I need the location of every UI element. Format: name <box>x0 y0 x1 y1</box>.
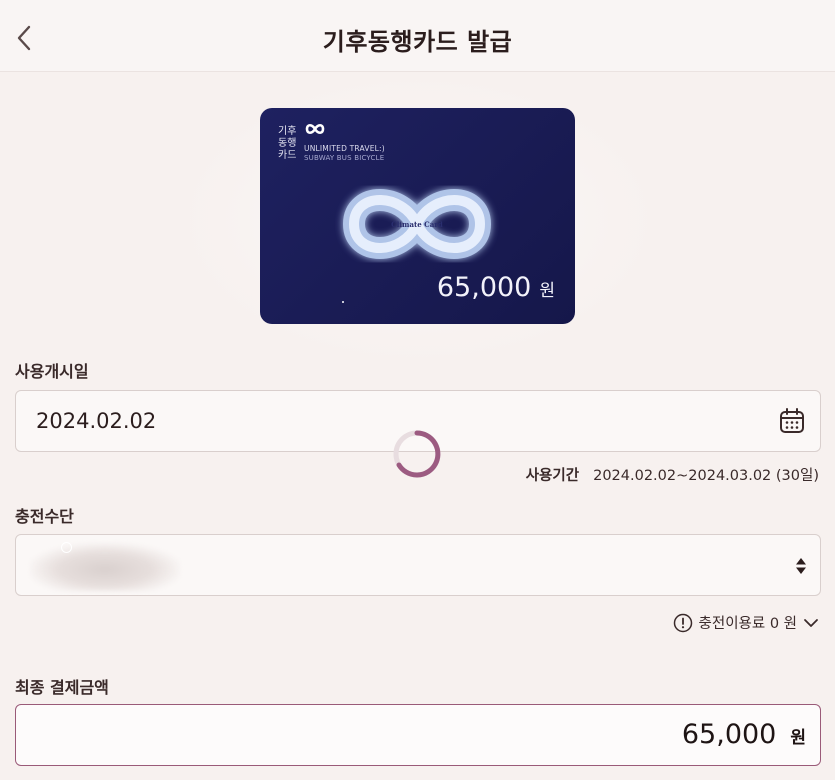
page-title: 기후동행카드 발급 <box>322 28 513 56</box>
app-header: 기후동행카드 발급 <box>0 0 835 72</box>
calendar-icon[interactable] <box>778 407 806 435</box>
card-ko-line: 카드 <box>278 150 297 161</box>
start-date-label: 사용개시일 <box>15 362 89 381</box>
climate-card-image: 기후 동행 카드 UNLIMITED TRAVEL:) SUBWAY BUS B… <box>260 108 575 324</box>
card-amount: 65,000 원 <box>437 272 555 303</box>
infinity-graphic: Climate Card <box>342 189 492 259</box>
card-subtitle: SUBWAY BUS BICYCLE <box>304 154 385 162</box>
fee-toggle[interactable]: 충전이용료 0 원 <box>673 612 819 633</box>
card-ko-line: 동행 <box>278 138 297 149</box>
total-amount: 65,000 원 <box>682 719 806 750</box>
card-korean-title: 기후 동행 카드 <box>278 126 296 162</box>
usage-period: 사용기간 2024.02.02~2024.03.02 (30일) <box>526 464 819 485</box>
total-amount-field: 65,000 원 <box>15 704 821 766</box>
infinity-logo-icon <box>305 123 325 135</box>
blurred-payment-value <box>30 543 180 591</box>
info-circle-icon <box>673 613 692 632</box>
total-amount-value: 65,000 <box>681 719 777 750</box>
card-dot <box>342 301 344 303</box>
card-center-text: Climate Card <box>391 220 443 229</box>
card-tagline: UNLIMITED TRAVEL:) <box>304 144 385 153</box>
fee-text: 충전이용료 0 원 <box>698 616 797 632</box>
total-amount-unit: 원 <box>790 728 806 748</box>
card-ko-line: 기후 <box>278 126 297 137</box>
total-label: 최종 결제금액 <box>15 678 109 697</box>
start-date-value: 2024.02.02 <box>36 409 157 433</box>
payment-method-select[interactable] <box>15 534 821 596</box>
usage-period-label: 사용기간 <box>525 468 580 484</box>
loading-spinner-icon <box>393 430 441 478</box>
card-amount-unit: 원 <box>539 281 555 301</box>
card-amount-value: 65,000 <box>436 272 532 303</box>
sort-updown-icon[interactable] <box>794 556 808 576</box>
chevron-down-icon <box>804 618 818 627</box>
usage-period-value: 2024.02.02~2024.03.02 (30일) <box>593 468 819 484</box>
payment-method-label: 충전수단 <box>15 507 74 526</box>
radio-indicator <box>61 542 72 553</box>
